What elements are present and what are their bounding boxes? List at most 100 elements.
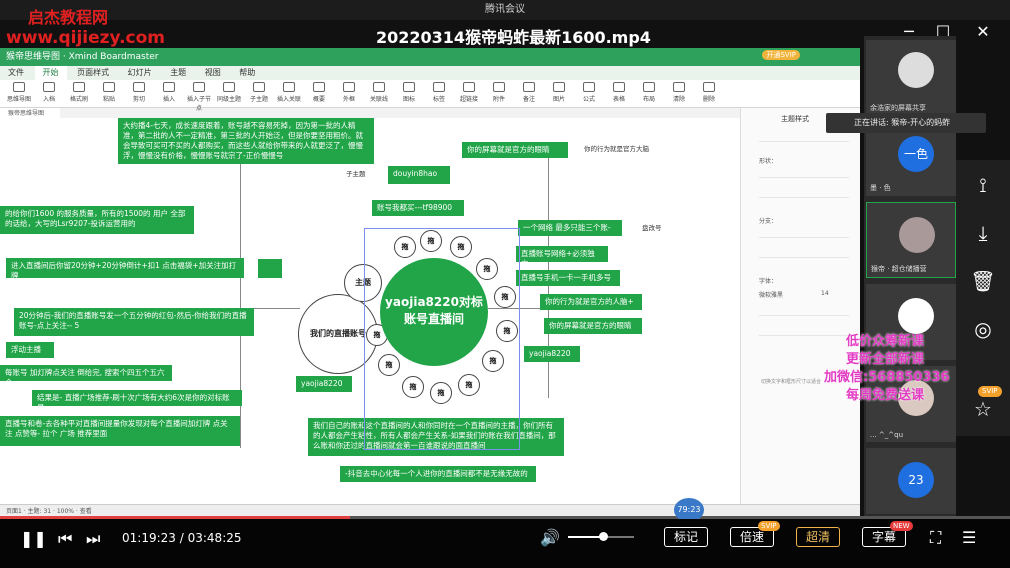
ribbon-button[interactable]: 表格	[606, 82, 632, 103]
ribbon-button[interactable]: 超链接	[456, 82, 482, 103]
share-icon[interactable]: ⟟	[970, 172, 996, 198]
mindmap-node[interactable]: 进入直播间后你留20分钟+20分钟倒计+扣1 点击福袋+加关注加打牌	[6, 258, 244, 278]
next-icon[interactable]: ⏭	[86, 529, 100, 549]
ribbon-button[interactable]: 布局	[636, 82, 662, 103]
ribbon-button[interactable]: 清除	[666, 82, 692, 103]
mindmap-node[interactable]: 你的行为就是官方的人脑+	[540, 294, 642, 310]
ribbon-button[interactable]: 粘贴	[96, 82, 122, 103]
wps-tab-start[interactable]: 开始	[34, 66, 67, 80]
promo-text: 更新全部新课	[846, 352, 925, 367]
central-hub-node[interactable]: yaojia8220对标账号直播间	[380, 258, 488, 366]
quality-button[interactable]: 超清	[796, 527, 840, 547]
download-icon[interactable]: ⤓	[970, 220, 996, 246]
mindmap-node-empty[interactable]	[258, 259, 282, 278]
petal-node[interactable]: 拖	[430, 382, 452, 404]
ribbon-button[interactable]: 图标	[396, 82, 422, 103]
mindmap-node[interactable]: 浮动主播	[6, 342, 54, 358]
ribbon-button[interactable]: 插入	[156, 82, 182, 103]
participant-tile[interactable]: 23	[866, 448, 956, 514]
volume-icon[interactable]: 🔊	[540, 528, 560, 547]
pause-icon[interactable]: ❚❚	[20, 529, 47, 548]
format-row[interactable]	[759, 328, 849, 336]
wps-tab-page-style[interactable]: 页面样式	[69, 66, 117, 80]
mindmap-node[interactable]: 你的屏幕就是官方的眼睛	[462, 142, 568, 158]
format-row[interactable]	[759, 250, 849, 258]
participant-tile-active[interactable]: 猴帝 · 超仓储播营	[866, 202, 956, 278]
ribbon-button[interactable]: 关联线	[366, 82, 392, 103]
ribbon-button[interactable]: 思维导图	[6, 82, 32, 103]
ribbon-button[interactable]: 入档	[36, 82, 62, 103]
target-icon[interactable]: ◎	[970, 316, 996, 342]
petal-node[interactable]: 拖	[476, 258, 498, 280]
ribbon-button[interactable]: 外框	[336, 82, 362, 103]
format-row[interactable]	[759, 230, 849, 238]
ribbon-icon	[493, 82, 505, 92]
ribbon-button[interactable]: 标签	[426, 82, 452, 103]
mindmap-node[interactable]: 直播号手机一卡一手机多号	[516, 270, 620, 286]
mindmap-node[interactable]: 直播号和卷-去各种平对直播间提量你发现对每个直播间加灯牌 点关注 点赞等- 拉个…	[0, 416, 240, 446]
petal-node[interactable]: 拖	[450, 236, 472, 258]
shared-screen-video[interactable]: 猴帝思维导图 · Xmind Boardmaster 开通SVIP 文件 开始 …	[0, 48, 860, 518]
ribbon-button[interactable]: 子主题	[246, 82, 272, 103]
petal-node[interactable]: 拖	[394, 236, 416, 258]
mindmap-canvas[interactable]: 大约播4-七天，成长速度跟着，账号越不容易死掉，因为第一批的人精准，第二批的人不…	[0, 118, 740, 504]
ribbon-button[interactable]: 插入子节点	[186, 82, 212, 112]
wps-tab-theme[interactable]: 主题	[162, 66, 194, 80]
petal-node[interactable]: 拖	[458, 374, 480, 396]
wps-tab-file[interactable]: 文件	[0, 66, 32, 80]
mindmap-node[interactable]: 结果是- 直播广场推荐-刷十次广场有大约6次是你的对标账号	[32, 390, 242, 406]
volume-slider[interactable]	[568, 532, 634, 541]
format-row[interactable]	[759, 134, 849, 142]
mindmap-node[interactable]: 账号我都买---tf98900	[372, 200, 464, 216]
bookmark-button[interactable]: 标记	[664, 527, 708, 547]
petal-node[interactable]: 拖	[496, 320, 518, 342]
format-row[interactable]	[759, 308, 849, 316]
ribbon-label: 标签	[432, 96, 445, 103]
wps-tab-slides[interactable]: 幻灯片	[120, 66, 160, 80]
wps-document-tab[interactable]: 猴帝思维导图	[0, 108, 60, 118]
mindmap-node[interactable]: 一个网络 最多只能三个账-	[518, 220, 622, 236]
mindmap-node[interactable]: -抖音去中心化每一个人进你的直播间都不是无缘无故的	[340, 466, 536, 482]
ribbon-button[interactable]: 插入关联	[276, 82, 302, 103]
ribbon-button[interactable]: 同级主题	[216, 82, 242, 103]
mindmap-node[interactable]: yaojia8220	[524, 346, 580, 362]
wps-tab-help[interactable]: 帮助	[231, 66, 263, 80]
ribbon-button[interactable]: 附件	[486, 82, 512, 103]
volume-knob[interactable]	[598, 532, 608, 541]
petal-node[interactable]: 拖	[378, 354, 400, 376]
ribbon-button[interactable]: 公式	[576, 82, 602, 103]
ribbon-button[interactable]: 概要	[306, 82, 332, 103]
previous-icon[interactable]: ⏮	[58, 529, 72, 549]
petal-node[interactable]: 拖	[482, 350, 504, 372]
fullscreen-icon[interactable]: ⛶	[930, 528, 941, 548]
font-name-select[interactable]: 微软雅黑	[759, 290, 783, 299]
ribbon-button[interactable]: 剪切	[126, 82, 152, 103]
mindmap-node[interactable]: 大约播4-七天，成长速度跟着，账号越不容易死掉，因为第一批的人精准，第二批的人不…	[118, 118, 374, 164]
playlist-icon[interactable]: ☰	[962, 528, 976, 547]
ribbon-button[interactable]: 删除	[696, 82, 722, 103]
mindmap-node[interactable]: 你的屏幕就是官方的眼睛	[544, 318, 642, 334]
promo-text: 每周免费送课	[846, 388, 925, 403]
petal-node[interactable]: 拖	[402, 376, 424, 398]
ribbon-button[interactable]: 备注	[516, 82, 542, 103]
ribbon-button[interactable]: 图片	[546, 82, 572, 103]
mindmap-node[interactable]: douyin8hao	[388, 166, 450, 184]
mindmap-node[interactable]: 20分钟后-我们的直播账号发一个五分钟的红包-然后-你给我们的直播账号-点上关注…	[14, 308, 254, 336]
format-row[interactable]	[759, 190, 849, 198]
font-size-select[interactable]: 14	[821, 290, 829, 297]
close-icon[interactable]: ✕	[972, 22, 994, 41]
ribbon-button[interactable]: 格式刷	[66, 82, 92, 103]
petal-node[interactable]: 拖	[494, 286, 516, 308]
mindmap-node[interactable]: 直播账号网络+必须独立-	[516, 246, 608, 262]
format-row[interactable]	[759, 170, 849, 178]
ribbon-label: 备注	[522, 96, 535, 103]
wps-tab-view[interactable]: 视图	[197, 66, 229, 80]
mindmap-node[interactable]: yaojia8220	[296, 376, 352, 392]
petal-node[interactable]: 拖	[420, 230, 442, 252]
pin-icon[interactable]: ☆	[970, 396, 996, 422]
mindmap-node[interactable]: 的给你们1600 的服务质量，所有的1500的 用户 全部的话给，大写的Lsr9…	[0, 206, 194, 234]
mindmap-label: 子主题	[346, 170, 366, 178]
trash-icon[interactable]: 🗑	[970, 268, 996, 294]
mindmap-node[interactable]: 每账号 加灯牌点关注 倒给完, 搜索个四五个五六个	[0, 365, 172, 381]
participant-tile[interactable]: 余浩家的屏幕共享	[866, 40, 956, 116]
